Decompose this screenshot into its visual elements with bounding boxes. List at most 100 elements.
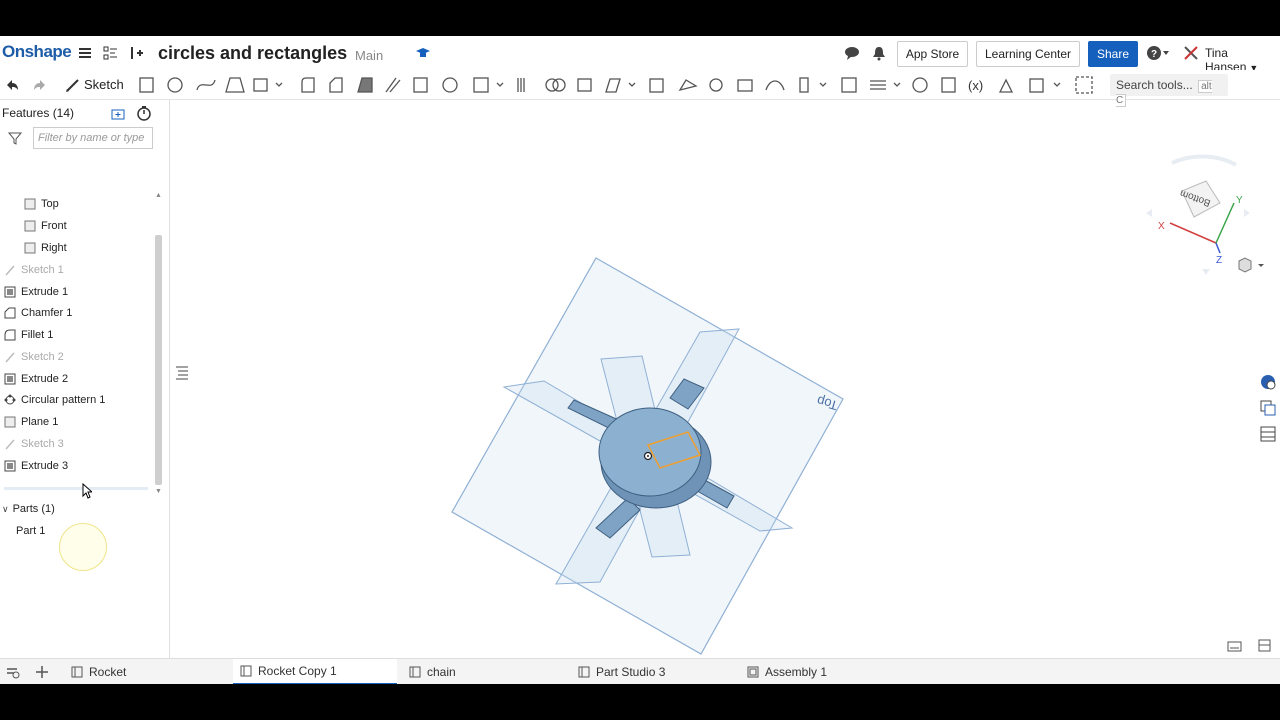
tree-item-extrude-2[interactable]: Extrude 2 (0, 369, 68, 389)
replace-face-icon (737, 79, 753, 92)
delete-part-icon (649, 78, 664, 93)
rib-icon (385, 77, 401, 93)
feature-tools-strip[interactable]: (x) (130, 74, 1100, 98)
tree-item-extrude-3[interactable]: Extrude 3 (0, 456, 68, 476)
tab-label: chain (427, 665, 456, 679)
shell-icon (413, 77, 428, 93)
part-list-item[interactable]: Part 1 (16, 525, 45, 537)
tab-manager-icon[interactable] (5, 664, 21, 680)
plane-icon (24, 198, 36, 210)
onshape-logo[interactable]: Onshape (2, 42, 72, 62)
version-graph-icon[interactable] (102, 45, 118, 61)
search-tools-input[interactable]: Search tools... alt C (1110, 74, 1228, 107)
keyboard-shortcuts-icon[interactable] (1226, 639, 1244, 655)
extrude-icon (139, 77, 154, 93)
learning-cap-icon[interactable] (415, 45, 431, 61)
chevron-down-icon (893, 82, 901, 87)
tree-item-fillet-1[interactable]: Fillet 1 (0, 325, 53, 345)
tree-item-right-plane[interactable]: Right (20, 238, 67, 258)
units-ruler-icon[interactable] (1256, 638, 1274, 654)
add-folder-icon[interactable] (110, 106, 126, 122)
thicken-icon (253, 78, 268, 92)
tab-part-studio-3[interactable]: Part Studio 3 (577, 659, 735, 684)
tree-item-chamfer-1[interactable]: Chamfer 1 (0, 303, 72, 323)
assembly-icon (747, 666, 759, 678)
app-store-button[interactable]: App Store (897, 41, 968, 67)
features-title: Features (14) (2, 106, 75, 120)
tree-item-extrude-1[interactable]: Extrude 1 (0, 282, 68, 302)
learning-center-button[interactable]: Learning Center (976, 41, 1080, 67)
scrollbar-thumb[interactable] (155, 235, 162, 485)
part-studio-icon (578, 666, 590, 678)
sweep-icon (196, 79, 216, 91)
tree-item-sketch-2[interactable]: Sketch 2 (0, 347, 64, 367)
document-title[interactable]: circles and rectangles (158, 43, 347, 64)
comments-icon[interactable] (844, 45, 860, 61)
tab-label: Assembly 1 (765, 665, 828, 679)
tree-item-sketch-3[interactable]: Sketch 3 (0, 434, 64, 454)
chevron-down-icon (628, 82, 636, 87)
extrude-icon (4, 460, 16, 472)
split-icon (577, 78, 592, 92)
chamfer-icon (4, 307, 16, 319)
tree-item-plane-1[interactable]: Plane 1 (0, 412, 58, 432)
rollback-timer-icon[interactable] (136, 105, 152, 121)
redo-icon[interactable] (31, 76, 49, 94)
boolean-icon (545, 78, 559, 92)
share-button[interactable]: Share (1088, 41, 1138, 67)
branch-label[interactable]: Main (355, 48, 383, 63)
part-studio-icon (240, 665, 252, 677)
menu-icon[interactable] (77, 45, 93, 61)
graphics-viewport[interactable]: Top Bottom X Y Z (170, 100, 1280, 658)
feature-list-panel: Features (14) Filter by name or type Top… (0, 100, 170, 658)
sheet-metal-icon (799, 77, 809, 93)
sketch-button[interactable]: Sketch (84, 77, 124, 92)
view-options-icon[interactable] (1236, 257, 1266, 275)
rollback-bar[interactable] (4, 487, 148, 490)
parts-section-header[interactable]: ∨ Parts (1) (2, 503, 55, 515)
tree-item-label: Circular pattern 1 (21, 394, 106, 406)
tree-item-front-plane[interactable]: Front (20, 216, 67, 236)
tree-item-label: Fillet 1 (21, 329, 54, 341)
add-tab-icon[interactable] (34, 664, 50, 680)
help-icon[interactable]: ? (1146, 45, 1172, 61)
feature-filter-input[interactable]: Filter by name or type (33, 127, 153, 149)
add-custom-feature-icon (1075, 76, 1093, 94)
user-avatar-icon[interactable] (1182, 45, 1198, 61)
revolve-icon (167, 77, 183, 93)
onshape-window: Onshape circles and rectangles Main App … (0, 36, 1280, 684)
modify-fillet-icon (678, 79, 698, 92)
tree-item-label: Right (41, 242, 67, 254)
top-header: Onshape circles and rectangles Main App … (0, 36, 1280, 74)
tab-rocket[interactable]: Rocket (70, 659, 228, 684)
part-studio-icon (409, 666, 421, 678)
notifications-bell-icon[interactable] (871, 45, 887, 61)
scroll-up-icon[interactable]: ▲ (155, 192, 162, 199)
sketch-pencil-icon[interactable] (64, 76, 82, 94)
tab-rocket-copy-1[interactable]: Rocket Copy 1 (233, 659, 397, 684)
helix-icon (941, 77, 956, 93)
frame-icon (841, 77, 857, 93)
measure-icon (1029, 78, 1044, 93)
insert-icon[interactable] (128, 45, 144, 61)
pattern-icon (473, 77, 489, 93)
model-canvas[interactable]: Top (170, 100, 1280, 658)
tree-item-circular-pattern-1[interactable]: Circular pattern 1 (0, 390, 105, 410)
tab-assembly-1[interactable]: Assembly 1 (746, 659, 904, 684)
tab-chain[interactable]: chain (408, 659, 566, 684)
configurations-icon[interactable] (1258, 398, 1278, 418)
scroll-down-icon[interactable]: ▼ (155, 488, 162, 495)
undo-icon[interactable] (3, 76, 21, 94)
view-cube[interactable]: Bottom X Y Z (1140, 145, 1250, 275)
tab-label: Rocket Copy 1 (258, 664, 337, 678)
tree-item-top-plane[interactable]: Top (20, 194, 59, 214)
axis-z-label: Z (1216, 255, 1222, 266)
tree-item-label: Extrude 1 (21, 286, 69, 298)
view-cube-right-arrow-icon (1244, 209, 1250, 217)
bom-panel-icon[interactable] (1258, 424, 1278, 444)
tree-item-sketch-1[interactable]: Sketch 1 (0, 260, 64, 280)
appearance-panel-icon[interactable] (1258, 372, 1278, 392)
chevron-down-icon (1053, 82, 1061, 87)
filter-icon[interactable] (8, 131, 22, 145)
draft-icon (357, 77, 373, 93)
